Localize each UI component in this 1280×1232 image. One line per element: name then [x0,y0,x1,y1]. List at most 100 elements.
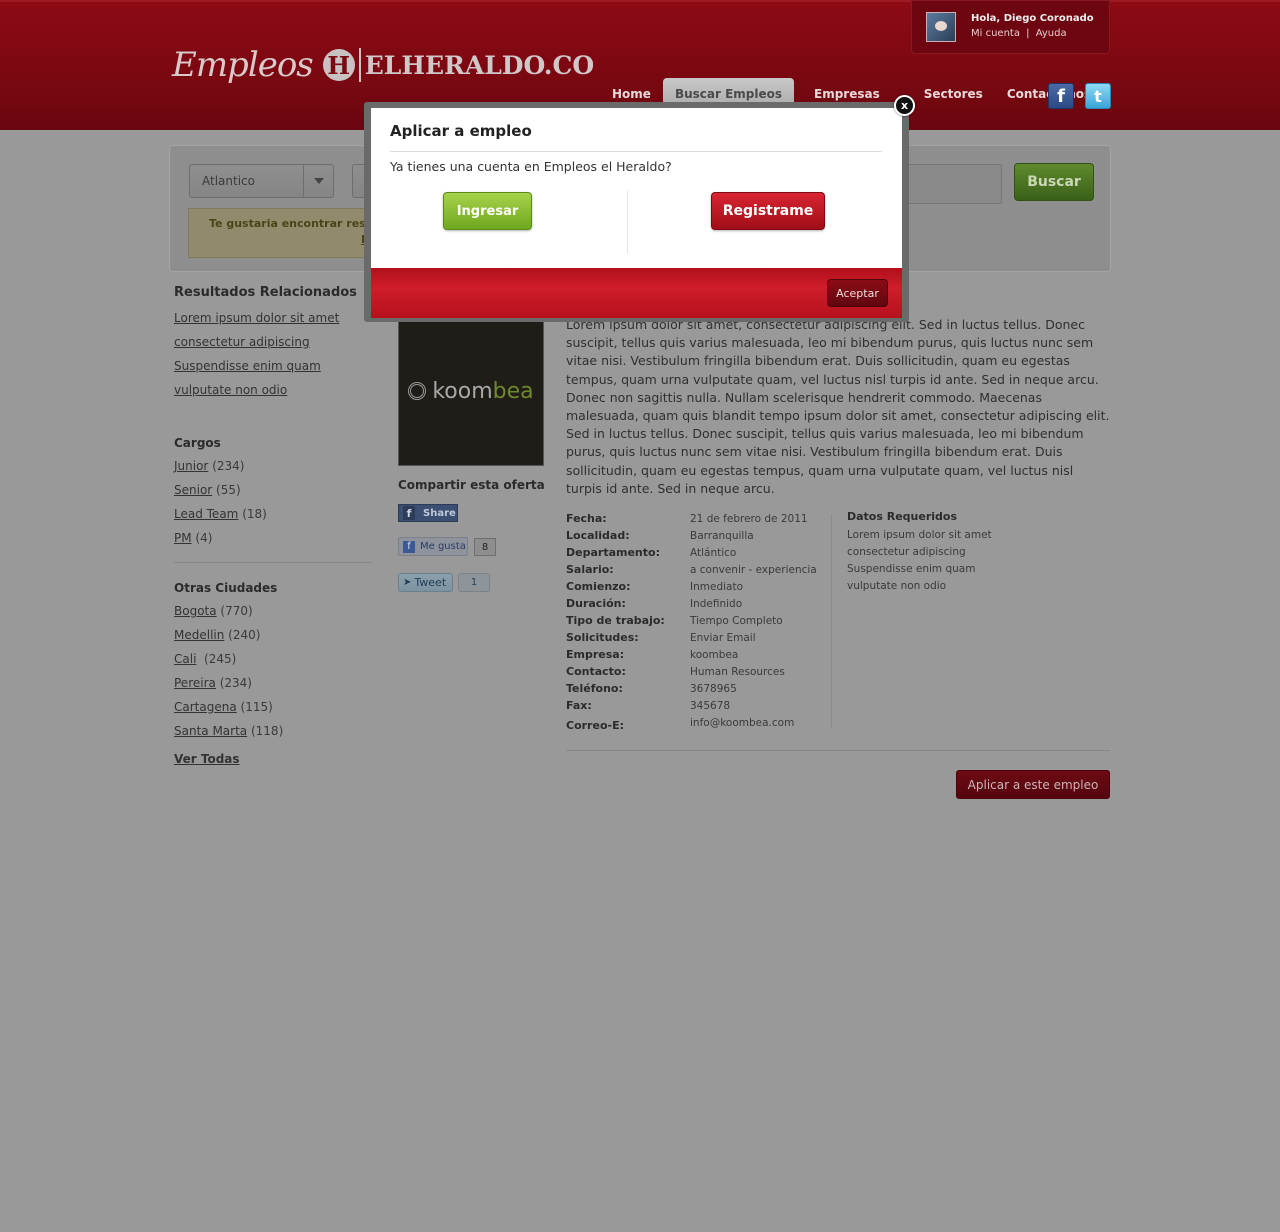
detail-row: Tipo de trabajo: Tiempo Completo [566,612,826,629]
city-link[interactable]: Bogota [174,604,217,618]
cargos-list: Junior (234) Senior (55) Lead Team (18) … [174,454,372,550]
logo-divider [358,48,361,82]
list-item[interactable]: Bogota (770) [174,599,372,623]
detail-value: Inmediato [690,580,743,593]
modal-footer: Aceptar [371,268,902,318]
detail-value: Enviar Email [690,631,756,644]
list-item[interactable]: Pereira (234) [174,671,372,695]
user-greeting: Hola, Diego Coronado [971,13,1094,24]
detail-label: Correo-E: [566,719,624,732]
detail-value: Tiempo Completo [690,614,783,627]
city-link[interactable]: Pereira [174,676,216,690]
related-link[interactable]: Lorem ipsum dolor sit amet [174,311,339,325]
share-label: Share [423,507,456,519]
list-item[interactable]: Santa Marta (118) [174,719,372,743]
logo-script: Empleos [172,45,314,85]
twitter-icon[interactable]: t [1085,83,1111,109]
ver-todas-label[interactable]: Ver Todas [174,752,240,766]
detail-label: Empresa: [566,648,625,661]
site-logo[interactable]: Empleos H ELHERALDO.CO [172,40,594,90]
cargo-link[interactable]: PM [174,531,192,545]
list-item[interactable]: Lorem ipsum dolor sit amet [174,306,372,330]
cargo-link[interactable]: Senior [174,483,212,497]
city-count: (240) [228,628,261,642]
detail-row: Localidad: Barranquilla [566,527,826,544]
department-select-value: Atlantico [202,174,255,188]
list-item: vulputate non odio [847,580,947,592]
related-results-title: Resultados Relacionados [174,285,357,300]
facebook-share-button[interactable]: f Share [398,504,458,522]
list-item[interactable]: Junior (234) [174,454,372,478]
search-button[interactable]: Buscar [1014,163,1094,201]
detail-value: 3678965 [690,682,737,695]
cargo-count: (4) [195,531,213,545]
like-button[interactable]: f Me gusta [398,537,468,556]
cargo-count: (234) [212,459,245,473]
list-item[interactable]: Cartagena (115) [174,695,372,719]
modal-title: Aplicar a empleo [390,122,532,140]
detail-label: Localidad: [566,529,630,542]
ver-todas-link[interactable]: Ver Todas [174,747,372,771]
department-select[interactable]: Atlantico [189,164,334,198]
share-title: Compartir esta oferta [398,478,545,492]
city-link[interactable]: Cartagena [174,700,237,714]
city-count: (245) [200,652,237,666]
nav-sectores[interactable]: Sectores [912,78,995,110]
accept-button[interactable]: Aceptar [827,279,888,307]
cities-title: Otras Ciudades [174,581,278,595]
modal-vertical-separator [627,191,628,253]
help-link[interactable]: Ayuda [1036,28,1067,39]
detail-value: 21 de febrero de 2011 [690,512,808,525]
detail-row: Comienzo: Inmediato [566,578,826,595]
related-link[interactable]: consectetur adipiscing [174,335,310,349]
cargo-link[interactable]: Junior [174,459,208,473]
avatar[interactable] [926,12,956,42]
content-divider [566,750,1110,751]
detail-label: Comienzo: [566,580,631,593]
twitter-bird-icon: ➤ [403,577,412,588]
login-button[interactable]: Ingresar [443,192,532,230]
facebook-icon[interactable]: f [1048,83,1074,109]
job-details: Fecha: 21 de febrero de 2011 Localidad: Ba… [566,510,826,733]
apply-job-button[interactable]: Aplicar a este empleo [956,770,1110,799]
cargo-count: (55) [216,483,241,497]
detail-label: Solicitudes: [566,631,639,644]
list-item[interactable]: Lead Team (18) [174,502,372,526]
apply-modal: Aplicar a empleo Ya tienes una cuenta en… [371,108,902,318]
required-data: Datos Requeridos Lorem ipsum dolor sit a… [847,510,997,595]
list-item[interactable]: Medellin (240) [174,623,372,647]
detail-label: Departamento: [566,546,660,559]
city-count: (115) [240,700,273,714]
city-link[interactable]: Santa Marta [174,724,247,738]
related-link[interactable]: vulputate non odio [174,383,287,397]
suggestion-text: Te gustaria encontrar result [209,217,383,230]
register-button[interactable]: Registrame [711,192,825,230]
list-item[interactable]: Cali (245) [174,647,372,671]
details-divider [831,514,832,728]
close-icon[interactable]: x [894,95,915,116]
cargos-title: Cargos [174,436,221,450]
city-link[interactable]: Medellin [174,628,224,642]
tweet-button[interactable]: ➤ Tweet [398,573,453,592]
detail-value: Atlántico [690,546,737,559]
detail-value[interactable]: info@koombea.com [690,717,794,729]
detail-value: 345678 [690,699,731,712]
tweet-label: Tweet [414,576,447,589]
city-link[interactable]: Cali [174,652,196,666]
related-link[interactable]: Suspendisse enim quam [174,359,321,373]
detail-label: Teléfono: [566,682,623,695]
detail-row: Correo-E: info@koombea.com [566,714,826,733]
detail-value: Indefinido [690,597,743,610]
list-item[interactable]: Senior (55) [174,478,372,502]
logo-ring-icon [408,382,427,400]
list-item[interactable]: PM (4) [174,526,372,550]
logo-mark: H [322,49,355,81]
list-item[interactable]: consectetur adipiscing [174,330,372,354]
logo-text-a: koom [432,378,493,404]
cargo-count: (18) [242,507,267,521]
my-account-link[interactable]: Mi cuenta [971,28,1020,39]
cargo-link[interactable]: Lead Team [174,507,238,521]
detail-row: Empresa: koombea [566,646,826,663]
list-item[interactable]: Suspendisse enim quam [174,354,372,378]
list-item[interactable]: vulputate non odio [174,378,372,402]
